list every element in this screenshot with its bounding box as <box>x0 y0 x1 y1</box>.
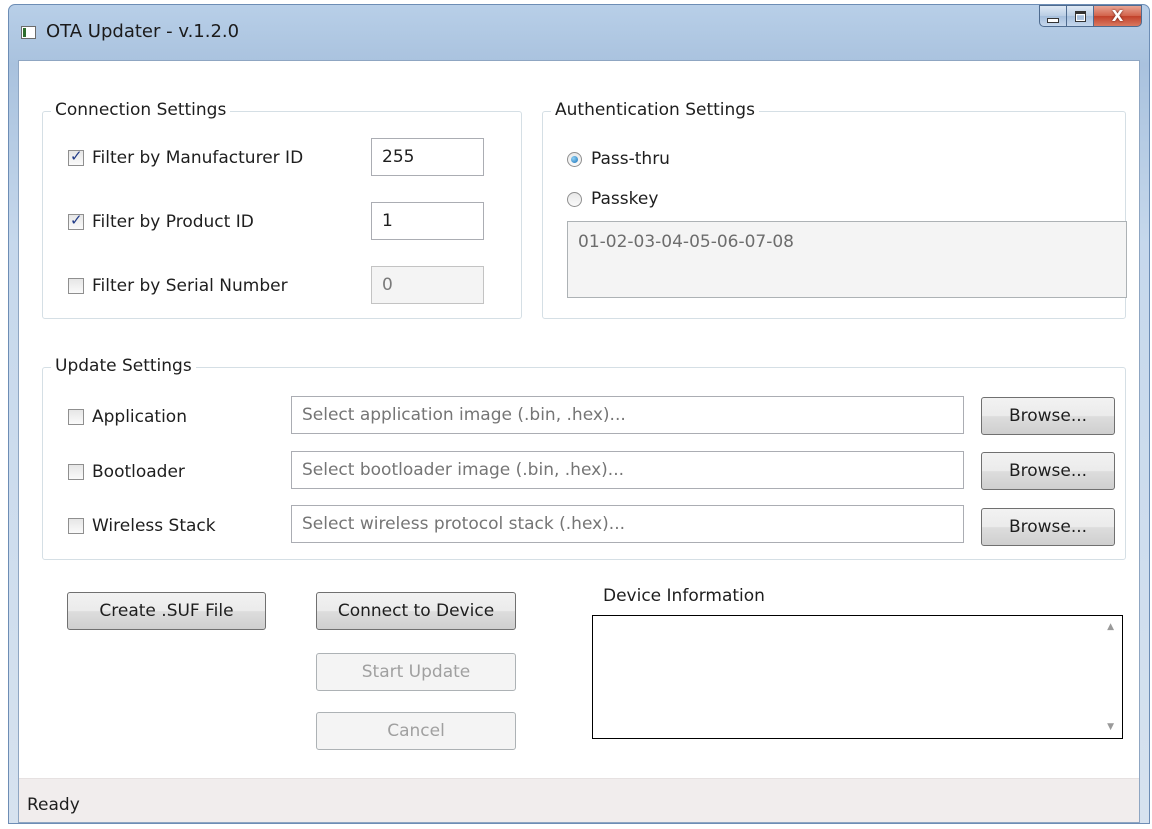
status-bar: Ready <box>19 778 1139 822</box>
application-browse-button[interactable]: Browse... <box>981 397 1115 435</box>
caption-buttons: X <box>1039 5 1142 27</box>
product-id-input[interactable] <box>371 202 484 240</box>
application-label: Application <box>92 407 187 427</box>
start-update-button[interactable]: Start Update <box>316 653 516 691</box>
close-icon: X <box>1111 7 1124 25</box>
connection-settings-title: Connection Settings <box>51 100 231 120</box>
connect-device-button[interactable]: Connect to Device <box>316 592 516 630</box>
bootloader-browse-button[interactable]: Browse... <box>981 452 1115 490</box>
wireless-stack-label: Wireless Stack <box>92 516 216 536</box>
application-checkbox[interactable] <box>68 409 84 425</box>
window-title: OTA Updater - v.1.2.0 <box>46 21 240 42</box>
bootloader-image-input[interactable] <box>291 451 964 489</box>
manufacturer-filter-label: Filter by Manufacturer ID <box>92 148 304 168</box>
passkey-input[interactable]: 01-02-03-04-05-06-07-08 <box>567 221 1127 298</box>
status-text: Ready <box>27 795 80 815</box>
device-info-label: Device Information <box>603 586 765 606</box>
bootloader-row[interactable]: Bootloader <box>68 462 185 482</box>
passthru-radio[interactable] <box>567 151 582 167</box>
app-icon <box>21 26 36 39</box>
wireless-stack-checkbox[interactable] <box>68 518 84 534</box>
serial-filter-label: Filter by Serial Number <box>92 276 288 296</box>
serial-number-input[interactable] <box>371 266 484 304</box>
minimize-button[interactable] <box>1039 5 1067 27</box>
wireless-stack-browse-button[interactable]: Browse... <box>981 508 1115 546</box>
bootloader-checkbox[interactable] <box>68 464 84 480</box>
manufacturer-filter-checkbox[interactable] <box>68 147 84 166</box>
passkey-label: Passkey <box>591 189 659 209</box>
maximize-icon <box>1074 10 1086 22</box>
scroll-down-icon[interactable]: ▼ <box>1107 722 1114 732</box>
product-filter-row[interactable]: Filter by Product ID <box>68 211 254 232</box>
product-filter-label: Filter by Product ID <box>92 212 254 232</box>
close-button[interactable]: X <box>1094 5 1142 27</box>
manufacturer-id-input[interactable] <box>371 138 484 176</box>
cancel-button[interactable]: Cancel <box>316 712 516 750</box>
authentication-settings-title: Authentication Settings <box>551 100 759 120</box>
manufacturer-filter-row[interactable]: Filter by Manufacturer ID <box>68 147 304 168</box>
wireless-stack-row[interactable]: Wireless Stack <box>68 516 216 536</box>
product-filter-checkbox[interactable] <box>68 211 84 230</box>
passkey-radio[interactable] <box>567 191 582 207</box>
connection-settings-group: Connection Settings Filter by Manufactur… <box>42 100 522 319</box>
minimize-icon <box>1047 17 1059 23</box>
passthru-option[interactable]: Pass-thru <box>567 149 670 169</box>
title-bar[interactable]: OTA Updater - v.1.2.0 X <box>9 5 1149 57</box>
wireless-stack-input[interactable] <box>291 505 964 543</box>
serial-filter-row[interactable]: Filter by Serial Number <box>68 276 288 296</box>
update-settings-title: Update Settings <box>51 356 196 376</box>
update-settings-group: Update Settings Application Browse... Bo… <box>42 356 1126 560</box>
passthru-label: Pass-thru <box>591 149 670 169</box>
app-window: OTA Updater - v.1.2.0 X Connection Setti… <box>8 4 1150 824</box>
maximize-button[interactable] <box>1067 5 1094 27</box>
application-image-input[interactable] <box>291 396 964 434</box>
application-row[interactable]: Application <box>68 407 187 427</box>
authentication-settings-group: Authentication Settings Pass-thru Passke… <box>542 100 1127 319</box>
scroll-up-icon[interactable]: ▲ <box>1107 622 1114 632</box>
serial-filter-checkbox[interactable] <box>68 278 84 294</box>
create-suf-button[interactable]: Create .SUF File <box>67 592 266 630</box>
client-area: Connection Settings Filter by Manufactur… <box>18 60 1140 823</box>
passkey-option[interactable]: Passkey <box>567 189 658 209</box>
device-info-textbox[interactable]: ▲ ▼ <box>592 615 1123 739</box>
bootloader-label: Bootloader <box>92 462 185 482</box>
